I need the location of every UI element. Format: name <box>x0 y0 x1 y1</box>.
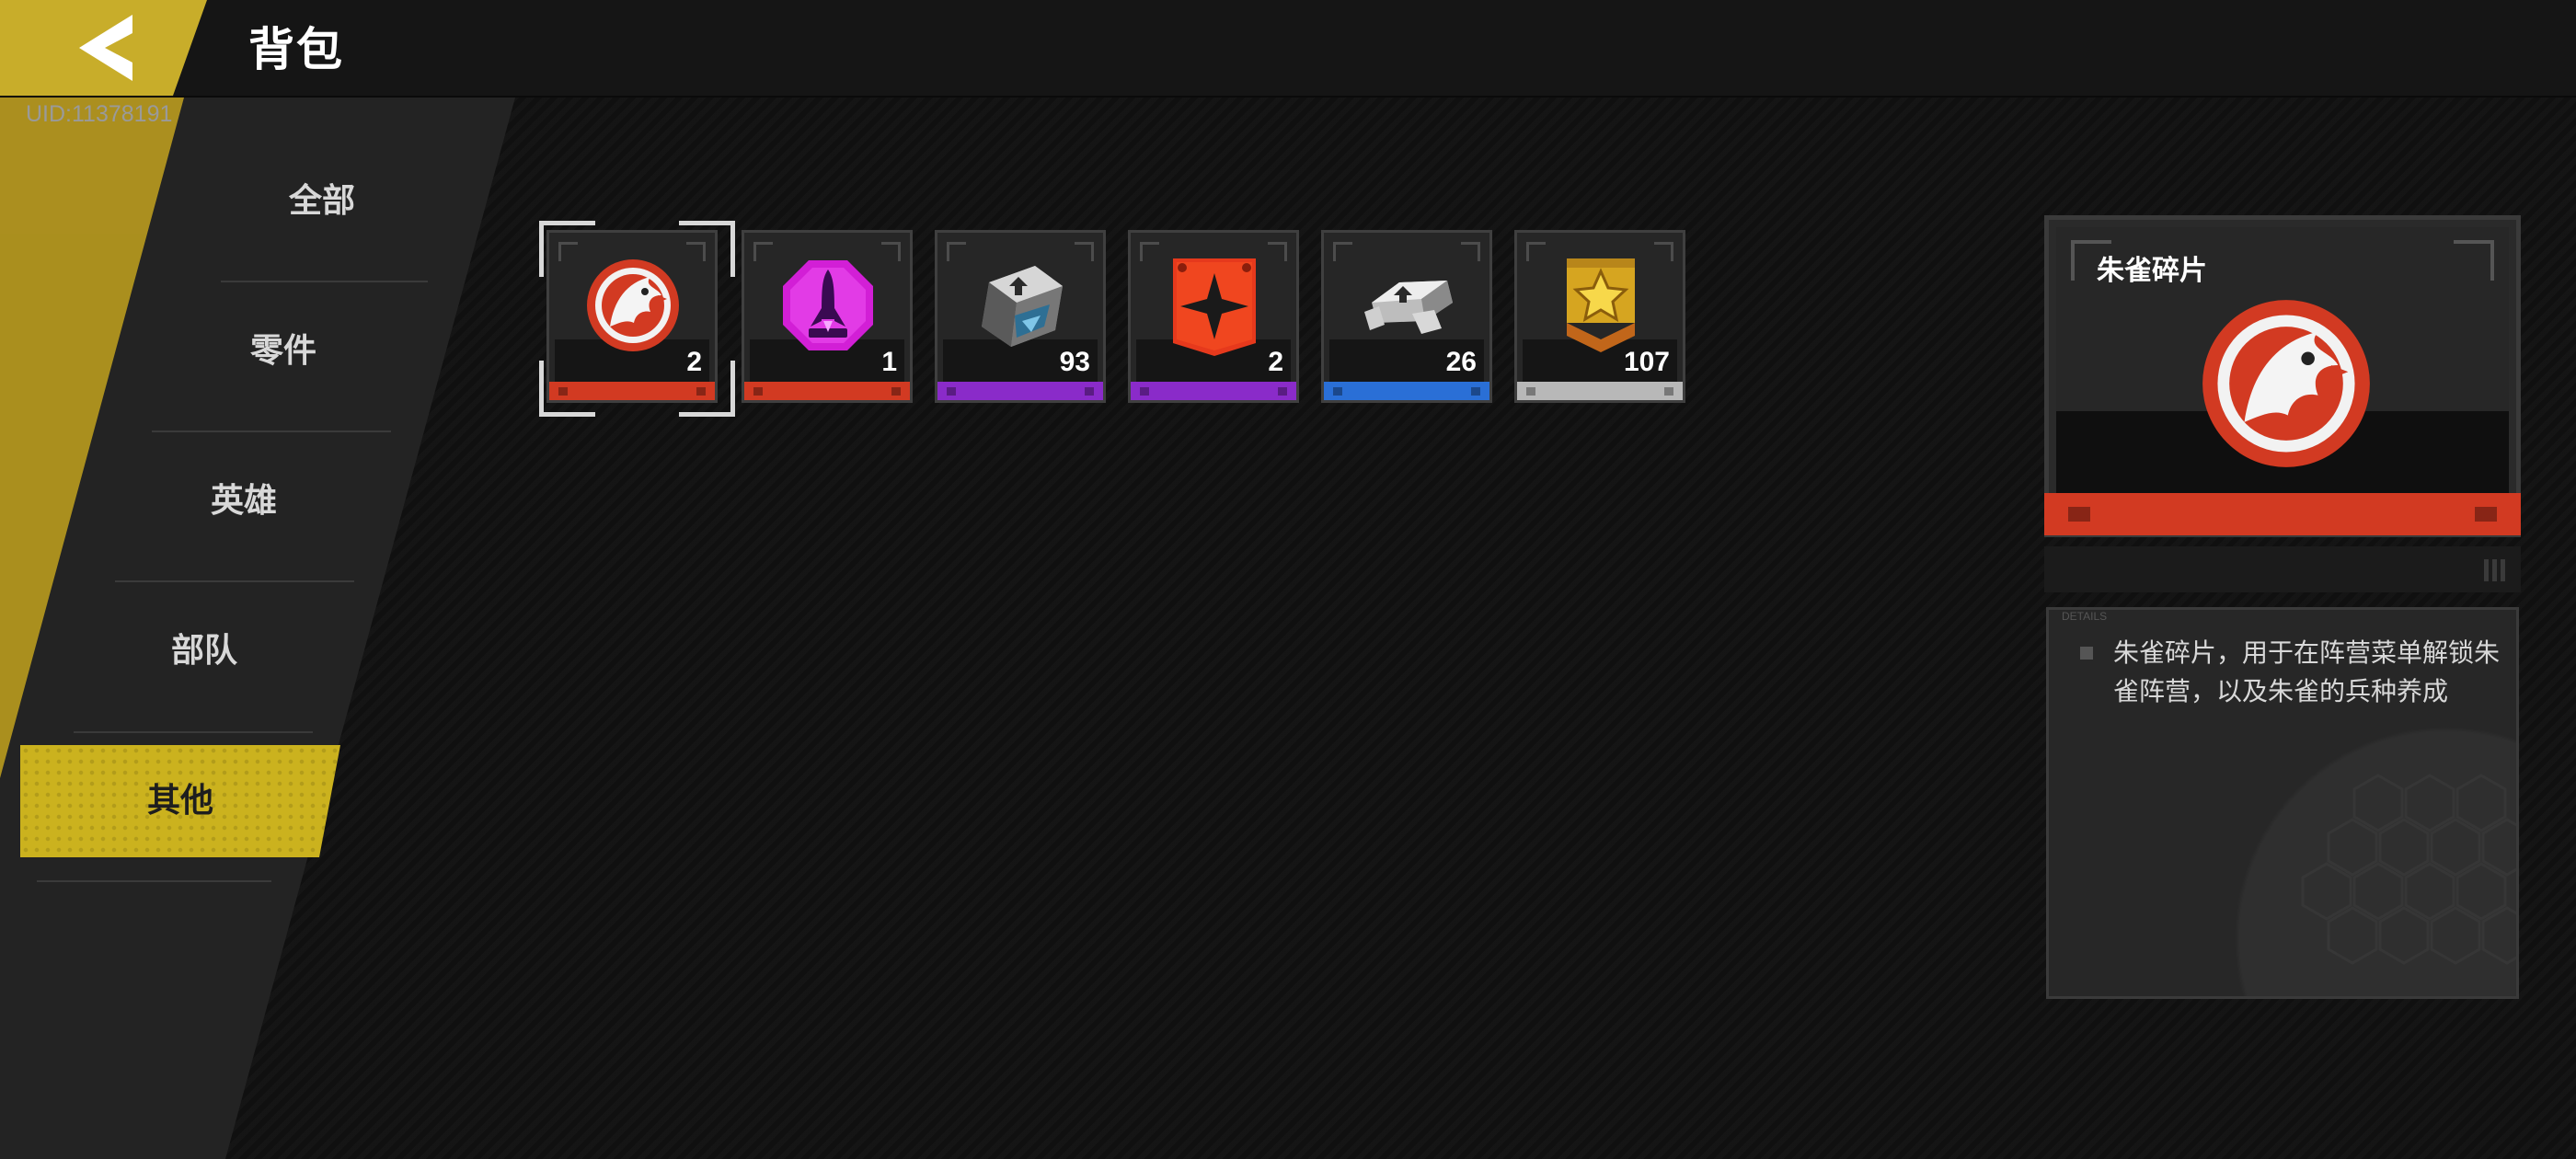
sidebar-divider <box>221 281 428 282</box>
red-star-banner-icon <box>1173 258 1256 356</box>
page-title: 背包 <box>248 23 344 76</box>
inventory-item[interactable]: 26 <box>1321 230 1492 403</box>
selection-corner <box>539 221 595 277</box>
inventory-item[interactable]: 2 <box>1128 230 1299 403</box>
top-bar: 背包 <box>0 0 2576 98</box>
item-description-panel: DETAILS 朱雀碎片，用于在阵营菜单解锁朱雀阵营，以及朱雀的兵种养成 <box>2046 607 2519 999</box>
corner-decor <box>1526 242 1546 261</box>
corner-decor <box>881 242 901 261</box>
sidebar-divider <box>74 731 313 733</box>
item-count: 93 <box>1059 347 1090 377</box>
inventory-item[interactable]: 107 <box>1514 230 1685 403</box>
corner-decor <box>2454 240 2494 281</box>
detail-item-name: 朱雀碎片 <box>2097 255 2207 287</box>
rarity-bar <box>1517 382 1683 400</box>
selection-corner <box>679 361 735 417</box>
item-count: 26 <box>1445 347 1477 377</box>
back-button[interactable] <box>0 0 207 96</box>
grip-icon <box>2484 559 2508 581</box>
section-label: DETAILS <box>2062 610 2108 623</box>
corner-decor <box>1461 242 1480 261</box>
item-detail-card: 朱雀碎片 <box>2044 215 2521 537</box>
inventory-item[interactable]: 93 <box>935 230 1106 403</box>
rarity-bar <box>937 382 1103 400</box>
selection-corner <box>679 221 735 277</box>
tab-troops[interactable]: 部队 <box>112 595 296 707</box>
corner-decor <box>947 242 966 261</box>
rarity-bar <box>1324 382 1489 400</box>
detail-divider-strip <box>2044 546 2521 592</box>
rarity-bar <box>744 382 910 400</box>
metal-parts-icon <box>1364 281 1453 334</box>
sidebar-divider <box>115 580 354 582</box>
rarity-bar <box>1131 382 1296 400</box>
rocket-badge-icon <box>783 260 873 350</box>
corner-decor <box>1140 242 1159 261</box>
back-arrow-icon <box>79 15 132 81</box>
bullet-icon <box>2080 647 2093 660</box>
tab-all[interactable]: 全部 <box>230 145 414 258</box>
corner-decor <box>1654 242 1673 261</box>
phoenix-emblem-icon <box>2202 300 2370 467</box>
corner-decor <box>1075 242 1094 261</box>
sidebar-divider <box>37 880 271 882</box>
item-count: 107 <box>1623 347 1670 377</box>
item-description: 朱雀碎片，用于在阵营菜单解锁朱雀阵营，以及朱雀的兵种养成 <box>2113 637 2501 706</box>
gold-star-medal-icon <box>1567 258 1635 352</box>
tab-parts[interactable]: 零件 <box>191 295 375 407</box>
corner-decor <box>1268 242 1287 261</box>
corner-decor <box>1333 242 1352 261</box>
parts-crate-icon <box>982 266 1063 347</box>
tab-heroes[interactable]: 英雄 <box>152 445 336 557</box>
sidebar-divider <box>152 430 391 432</box>
user-id-label: UID:11378191 <box>26 101 173 127</box>
corner-decor <box>753 242 773 261</box>
phoenix-emblem-icon <box>587 259 679 351</box>
hexagon-pattern-decor <box>2301 774 2516 965</box>
inventory-item[interactable]: 1 <box>742 230 913 403</box>
selection-corner <box>539 361 595 417</box>
tab-other[interactable]: 其他 <box>20 745 340 857</box>
item-count: 2 <box>1268 347 1283 377</box>
detail-rarity-bar <box>2044 493 2521 535</box>
item-count: 1 <box>881 347 897 377</box>
